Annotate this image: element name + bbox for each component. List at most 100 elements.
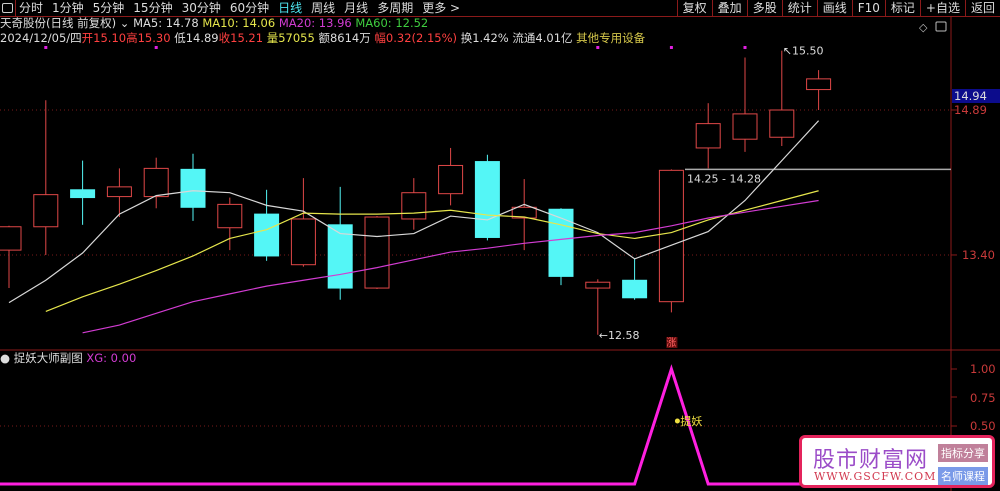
stock-title[interactable]: 天奇股份(日线 前复权) — [0, 16, 116, 30]
candle-body — [548, 208, 574, 277]
toolbar-button[interactable]: +自选 — [919, 0, 965, 16]
candle — [143, 157, 169, 209]
toolbar-button[interactable]: 统计 — [781, 0, 817, 16]
candle-body — [106, 186, 132, 198]
ma20-label: MA20: 13.96 — [278, 16, 352, 30]
toolbar-button[interactable]: 标记 — [884, 0, 920, 16]
candle — [0, 225, 22, 289]
candle — [585, 279, 611, 335]
tab-period[interactable]: 5分钟 — [93, 0, 125, 16]
candle — [511, 179, 537, 251]
period-tabs: 分时 1分钟 5分钟 15分钟 30分钟 60分钟 日线 周线 月线 多周期 更多 > — [19, 0, 460, 16]
candle — [548, 208, 574, 286]
candle-body — [70, 189, 96, 199]
candle-body — [143, 167, 169, 198]
candle-body — [364, 216, 390, 289]
xg-value: XG: 0.00 — [86, 351, 137, 365]
candle-body — [254, 213, 280, 257]
range-label: 14.25 - 14.28 — [687, 172, 761, 185]
ma60-label: MA60: 12.52 — [355, 16, 429, 30]
turnover: 换1.42% — [460, 31, 509, 45]
tab-period[interactable]: 1分钟 — [52, 0, 84, 16]
toolbar-button[interactable]: 叠加 — [711, 0, 747, 16]
tab-period[interactable]: 月线 — [344, 0, 368, 16]
candle — [695, 103, 721, 169]
candle-body — [290, 218, 316, 266]
candle-body — [695, 123, 721, 149]
candle — [364, 216, 390, 290]
toolbar: 分时 1分钟 5分钟 15分钟 30分钟 60分钟 日线 周线 月线 多周期 更多 > 复权 叠加 多股… — [0, 0, 1000, 17]
quote-line: 2024/12/05/四开15.10高15.30 低14.89收15.21 量5… — [0, 31, 645, 45]
sub-indicator-icon[interactable]: ● — [0, 351, 10, 365]
dropdown-icon[interactable]: ⌄ — [120, 16, 130, 30]
candle-body — [474, 161, 500, 238]
candle — [327, 186, 353, 300]
tab-period[interactable]: 分时 — [19, 0, 43, 16]
diamond-icon: ◇ — [919, 21, 928, 34]
panel-toggle-icon[interactable] — [2, 3, 13, 13]
ma10-line — [45, 190, 819, 312]
signal-dot — [596, 46, 600, 49]
candle-body — [33, 194, 59, 228]
candle — [438, 147, 464, 206]
toolbar-button[interactable]: 画线 — [816, 0, 852, 16]
change: 幅0.32(2.15%) — [374, 31, 458, 45]
signal-dot — [743, 46, 747, 49]
sub-chart-title: ● 捉妖大师副图 XG: 0.00 — [0, 350, 136, 366]
tab-period[interactable]: 周线 — [311, 0, 335, 16]
ma-legend: 天奇股份(日线 前复权) ⌄ MA5: 14.78 MA10: 14.06 MA… — [0, 16, 428, 30]
sub-tick: 1.00 — [970, 362, 996, 376]
high: 高15.30 — [126, 31, 171, 45]
candle — [180, 153, 206, 221]
toolbar-button[interactable]: 返回 — [964, 0, 1000, 16]
tab-period[interactable]: 日线 — [278, 0, 302, 16]
watermark-logo: 股市财富网 WWW.GSCFW.COM 指标分享 名师课程 — [799, 435, 995, 488]
candle-body — [401, 192, 427, 220]
candle — [769, 50, 795, 147]
tab-period[interactable]: 更多 > — [422, 0, 460, 16]
tab-period[interactable]: 60分钟 — [230, 0, 269, 16]
current-price-tag: 14.94 — [952, 89, 1000, 103]
sub-tick: 0.75 — [970, 391, 996, 405]
candle — [474, 154, 500, 241]
signal-dot — [44, 46, 48, 49]
sub-tick: 0.50 — [970, 419, 996, 433]
divider — [15, 0, 16, 16]
low: 低14.89 — [174, 31, 219, 45]
candle — [658, 169, 684, 313]
chart-canvas[interactable]: 14.25 - 14.28 ↖15.50 ←12.58 涨提妖 ◇ — [0, 0, 1000, 491]
tab-period[interactable]: 多周期 — [377, 0, 413, 16]
tab-period[interactable]: 30分钟 — [182, 0, 221, 16]
candle-body — [769, 109, 795, 138]
tab-period[interactable]: 15分钟 — [133, 0, 172, 16]
price-tick: 14.89 — [954, 103, 987, 117]
toolbar-buttons: 复权 叠加 多股 统计 画线 F10 标记 +自选 返回 — [676, 0, 1000, 16]
toolbar-button[interactable]: 多股 — [746, 0, 782, 16]
volume: 量57055 — [266, 31, 315, 45]
candle-body — [806, 78, 832, 91]
badge-courses[interactable]: 名师课程 — [938, 467, 988, 485]
badge-indicator-share[interactable]: 指标分享 — [938, 444, 988, 462]
candle-body — [658, 169, 684, 303]
close: 收15.21 — [218, 31, 264, 45]
candle-body — [438, 164, 464, 195]
signal-label: 提妖 — [680, 414, 702, 428]
toolbar-button[interactable]: 复权 — [676, 0, 712, 16]
toolbar-button[interactable]: F10 — [851, 0, 885, 16]
candle-body — [732, 113, 758, 140]
amount: 额8614万 — [318, 31, 371, 45]
high-label: ↖15.50 — [783, 45, 824, 58]
candle — [732, 57, 758, 152]
candle-body — [180, 168, 206, 208]
price-tick: 13.40 — [962, 248, 995, 262]
candle-body — [217, 203, 243, 229]
sub-indicator-name[interactable]: 捉妖大师副图 — [14, 351, 83, 365]
candle — [70, 160, 96, 225]
ma10-label: MA10: 14.06 — [202, 16, 276, 30]
float-shares: 流通4.01亿 — [512, 31, 573, 45]
candle-body — [0, 226, 22, 251]
layout-icon — [935, 21, 947, 32]
candle-body — [622, 279, 648, 299]
open: 开15.10 — [81, 31, 127, 45]
industry[interactable]: 其他专用设备 — [576, 31, 645, 45]
